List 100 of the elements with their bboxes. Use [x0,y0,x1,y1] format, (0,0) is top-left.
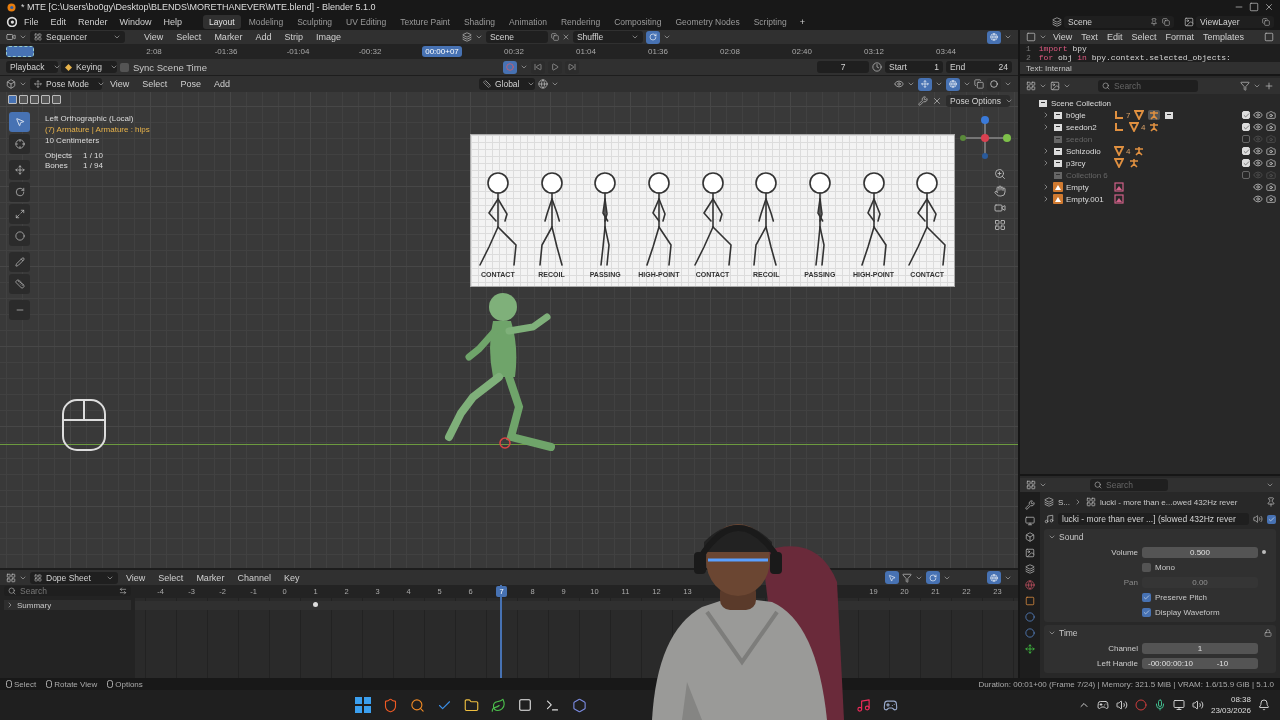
workspace-tab[interactable]: Texture Paint [394,14,456,29]
menu-item[interactable]: Add [250,31,277,43]
menu-item[interactable]: Edit [1103,31,1126,43]
number-field[interactable]: 0.500 [1142,546,1258,558]
workspace-tab[interactable]: Rendering [554,14,607,29]
menu-item[interactable]: Text [1078,31,1101,43]
scene-field[interactable]: Scene [485,31,548,43]
checkbox[interactable]: Display Waveform [1142,607,1258,617]
workspace-tab[interactable]: Geometry Nodes [669,14,746,29]
time-label: 00:00+07 [422,46,462,57]
time-label: 02:08 [719,46,741,57]
menu-item[interactable]: View [121,571,151,584]
time-label: 03:44 [935,46,957,57]
workspace-tab[interactable]: Sculpting [291,14,339,29]
stat-value: 1 / 94 [83,161,104,170]
menu-item[interactable]: Select [153,571,189,584]
clock[interactable]: 08:38 23/03/2026 [1210,694,1251,716]
data-count: 7 [1126,110,1131,120]
menu-item[interactable]: Format [1162,31,1197,43]
hint-text: Options [115,679,143,689]
menu-dropdown[interactable]: Playback [6,61,58,73]
start-field[interactable]: Start 1 [885,61,943,73]
menu-item[interactable]: View [105,78,135,90]
sync-checkbox[interactable]: Sync Scene Time [120,61,207,73]
code-line: 1 import bpy [1026,45,1088,53]
menu-item[interactable]: Key [278,571,305,584]
checkbox[interactable]: Mono [1142,562,1258,572]
strip-name-field[interactable]: lucki - more than ever ...] (slowed 432Hz rever [1058,513,1249,525]
time-label: -01:36 [213,46,239,57]
view-name: Left Orthographic (Local) [45,114,135,123]
breadcrumb-item: S... [1058,497,1070,507]
add-workspace-button[interactable]: + [794,15,810,28]
time-label: 03:12 [863,46,885,57]
workspace-tab[interactable]: Compositing [608,14,668,29]
time-label: 2:08 [145,46,163,57]
scene-field[interactable]: Scene [1064,15,1174,28]
panel-header[interactable]: Time [1048,627,1272,639]
checkbox[interactable]: Preserve Pitch [1142,592,1258,602]
number-field[interactable]: -00:00:00:10 -10 [1142,657,1258,669]
menu-item[interactable]: Add [208,78,235,90]
panel-header[interactable]: Sound [1048,531,1272,543]
workspace-tab[interactable]: Animation [503,14,553,29]
menu-item[interactable]: Select [171,31,207,43]
search-field[interactable]: Search [4,586,131,596]
data-count: 4 [1126,146,1131,156]
stat-value: 1 / 10 [83,151,104,160]
time-label: 00:32 [503,46,525,57]
workspace-tab[interactable]: Scripting [747,14,793,29]
editor-dropdown[interactable]: Sequencer [30,31,125,43]
mode-dropdown[interactable]: Shuffle [572,31,643,43]
menu-item[interactable]: Marker [191,571,230,584]
view-layer-field[interactable]: ViewLayer [1196,15,1274,28]
field-label: Pan [1122,577,1138,587]
orientation-dropdown[interactable]: Global [478,78,535,90]
menu-item[interactable]: Marker [209,31,248,43]
selection-info: (7) Armature | Armature : hips [45,125,150,134]
workspace-tab[interactable]: Modeling [242,14,290,29]
end-field[interactable]: End 24 [946,61,1012,73]
number-field[interactable]: 1 [1142,642,1258,654]
text-status: Text: Internal [1026,63,1072,73]
outliner-item[interactable]: Scene Collection [1024,97,1276,109]
menu-item[interactable]: Select [137,78,173,90]
menu-item[interactable]: Pose [175,78,206,90]
menu-item[interactable]: Image [310,31,346,43]
code-line: 2 for obj in bpy.context.selected_objects: [1026,53,1232,62]
menu-dropdown[interactable]: Keying [61,61,117,73]
stat-label: Bones [45,161,69,170]
workspace-tab[interactable]: UV Editing [340,14,393,29]
menu-item[interactable]: File [19,15,44,28]
time-label: 01:36 [647,46,669,57]
menu-item[interactable]: Select [1128,31,1160,43]
menu-item[interactable]: Window [114,15,157,28]
menu-item[interactable]: Channel [232,571,276,584]
summary-channel[interactable]: Summary [4,600,131,610]
frame-field[interactable]: 7 [817,61,869,73]
workspace-tab[interactable]: Shading [457,14,502,29]
data-count: 4 [1141,122,1146,132]
grid-scale: 10 Centimeters [45,136,101,145]
stat-label: Objects [45,151,74,160]
menu-item[interactable]: Strip [279,31,308,43]
field-label: Channel [1107,643,1138,653]
status-info: Duration: 00:01+00 (Frame 7/24) | Memory: 321.5 MiB | VRAM: 1.6/15.9 GiB | 5.1.0 [978,679,1274,689]
time-label: 01:04 [575,46,597,57]
menu-item[interactable]: View [139,31,169,43]
hint-text: Select [14,679,37,689]
menu-item[interactable]: View [1050,31,1076,43]
breadcrumb-item: lucki - more than e...owed 432Hz rever [1100,497,1238,507]
menu-item[interactable]: Templates [1199,31,1247,43]
editor-dropdown[interactable]: Dope Sheet [30,571,118,584]
workspace-tab[interactable]: Layout [203,14,241,29]
window-title: * MTE [C:\Users\bo0gy\Desktop\BLENDS\MORETHANEVER\MTE.blend] - Blender 5.1.0 [21,1,376,12]
time-label: -00:32 [357,46,383,57]
mode-dropdown[interactable]: Pose Mode [30,78,102,90]
menu-item[interactable]: Edit [45,15,72,28]
time-label: 02:40 [791,46,813,57]
field-label: Volume [1110,547,1138,557]
hint-text: Rotate View [54,679,98,689]
pose-options-dropdown[interactable]: Pose Options [946,95,1010,107]
menu-item[interactable]: Render [73,15,113,28]
menu-item[interactable]: Help [158,15,188,28]
